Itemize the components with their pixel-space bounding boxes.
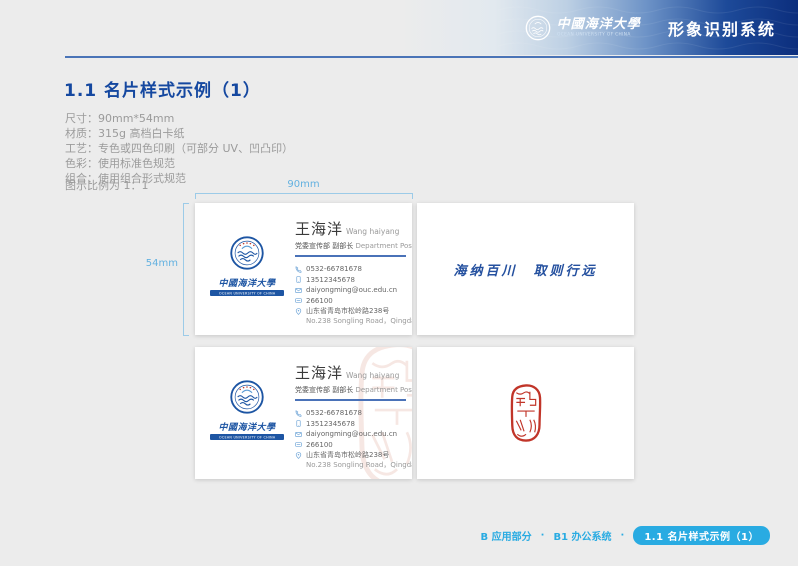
card-logo: 中國海洋大學 OCEAN UNIVERSITY OF CHINA [208,380,286,440]
person-position-en: Department Position [355,386,412,394]
person-name-en: Wang haiyang [346,371,400,380]
business-card-back-seal [417,347,634,479]
name-row: 王海洋 Wang haiyang [295,218,409,239]
card-divider [295,255,406,257]
motto-calligraphy: 海纳百川 取则行远 [453,264,598,279]
breadcrumb-section[interactable]: B 应用部分 [481,528,532,543]
person-name-en: Wang haiyang [346,227,400,236]
business-card-front-watermark: 中國海洋大學 OCEAN UNIVERSITY OF CHINA 王海洋 Wang… [195,347,412,479]
scale-note: 图示比例为 1：1 [65,179,149,192]
contact-address: 山东省青岛市松岭路238号 [295,306,409,317]
person-position-en: Department Position [355,242,412,250]
header-logo: 中國海洋大學 OCEAN UNIVERSITY OF CHINA [525,15,659,41]
contact-phone: 0532-66781678 [295,264,409,275]
card-divider [295,399,406,401]
location-icon [295,307,302,315]
spec-material: 材质：315g 高档白卡纸 [65,127,185,140]
breadcrumb-current-pill[interactable]: 1.1 名片样式示例（1） [633,526,770,545]
contact-postcode: 266100 [295,440,409,451]
contact-mobile: 13512345678 [295,275,409,286]
height-dimension-line [183,203,189,336]
contact-list: 0532-66781678 13512345678 daiyongming@ou… [295,264,412,326]
name-row: 王海洋 Wang haiyang [295,362,409,383]
footer-breadcrumb: B 应用部分 · B1 办公系统 · 1.1 名片样式示例（1） [481,526,770,545]
page-title: 1.1 名片样式示例（1） [64,81,261,101]
phone-icon [295,265,302,273]
spec-size: 尺寸：90mm*54mm [65,112,175,125]
card-logo-name-cn: 中國海洋大學 [218,279,276,289]
spec-list: 尺寸：90mm*54mm 材质：315g 高档白卡纸 工艺：专色或四色印刷（可部… [65,111,293,186]
title-row: 党委宣传部 副部长 Department Position [295,241,412,251]
card-info: 王海洋 Wang haiyang 党委宣传部 副部长 Department Pos… [295,218,412,326]
person-name-cn: 王海洋 [295,364,344,382]
contact-address-en: No.238 Songling Road，Qingdao [306,460,412,469]
card-logo-strip: OCEAN UNIVERSITY OF CHINA [210,434,284,440]
header-brand: 中國海洋大學 OCEAN UNIVERSITY OF CHINA 形象识别系统 [525,0,776,55]
header-band: 中國海洋大學 OCEAN UNIVERSITY OF CHINA 形象识别系统 [0,0,798,55]
person-dept: 党委宣传部 [295,386,330,394]
height-dimension-label: 54mm [145,258,178,269]
contact-email: daiyongming@ouc.edu.cn [295,285,409,296]
contact-address: 山东省青岛市松岭路238号 [295,450,409,461]
university-emblem-icon [525,15,550,40]
spec-process: 工艺：专色或四色印刷（可部分 UV、凹凸印） [65,142,294,155]
person-position: 副部长 [332,242,354,250]
business-card-back-motto: 海纳百川 取则行远 [417,203,634,335]
person-dept: 党委宣传部 [295,242,330,250]
university-name-en: OCEAN UNIVERSITY OF CHINA [556,31,631,37]
postcode-icon [295,298,302,303]
contact-postcode: 266100 [295,296,409,307]
card-logo-strip: OCEAN UNIVERSITY OF CHINA [210,290,284,296]
card-logo-name-cn: 中國海洋大學 [218,423,276,433]
postcode-icon [295,442,302,447]
spec-color: 色彩：使用标准色规范 [65,157,175,170]
seal-stamp-icon [510,384,541,442]
card-logo-name-en: OCEAN UNIVERSITY OF CHINA [218,291,276,295]
phone-icon [295,409,302,417]
email-icon [295,431,302,437]
card-info: 王海洋 Wang haiyang 党委宣传部 副部长 Department Pos… [295,362,412,470]
breadcrumb-dot: · [620,530,625,541]
contact-address-en: No.238 Songling Road，Qingdao [306,316,412,325]
contact-list: 0532-66781678 13512345678 daiyongming@ou… [295,408,412,470]
width-dimension-line [195,193,413,199]
mobile-icon [296,420,301,428]
contact-email: daiyongming@ouc.edu.cn [295,429,409,440]
location-icon [295,451,302,459]
contact-mobile: 13512345678 [295,419,409,430]
university-emblem-icon [230,380,264,414]
breadcrumb-dot: · [540,530,545,541]
university-emblem-icon [230,236,264,270]
page: 中國海洋大學 OCEAN UNIVERSITY OF CHINA 形象识别系统 … [0,0,798,566]
mobile-icon [296,276,301,284]
email-icon [295,287,302,293]
card-logo-name-en: OCEAN UNIVERSITY OF CHINA [218,435,276,439]
title-row: 党委宣传部 副部长 Department Position [295,385,412,395]
contact-phone: 0532-66781678 [295,408,409,419]
width-dimension-label: 90mm [287,179,320,190]
breadcrumb-subsection[interactable]: B1 办公系统 [553,528,611,543]
business-card-front: 中國海洋大學 OCEAN UNIVERSITY OF CHINA 王海洋 Wang… [195,203,412,335]
person-position: 副部长 [332,386,354,394]
system-title: 形象识别系统 [667,19,776,39]
university-name-cn: 中國海洋大學 [556,16,641,32]
card-logo: 中國海洋大學 OCEAN UNIVERSITY OF CHINA [208,236,286,296]
person-name-cn: 王海洋 [295,220,344,238]
header-divider [65,56,798,58]
